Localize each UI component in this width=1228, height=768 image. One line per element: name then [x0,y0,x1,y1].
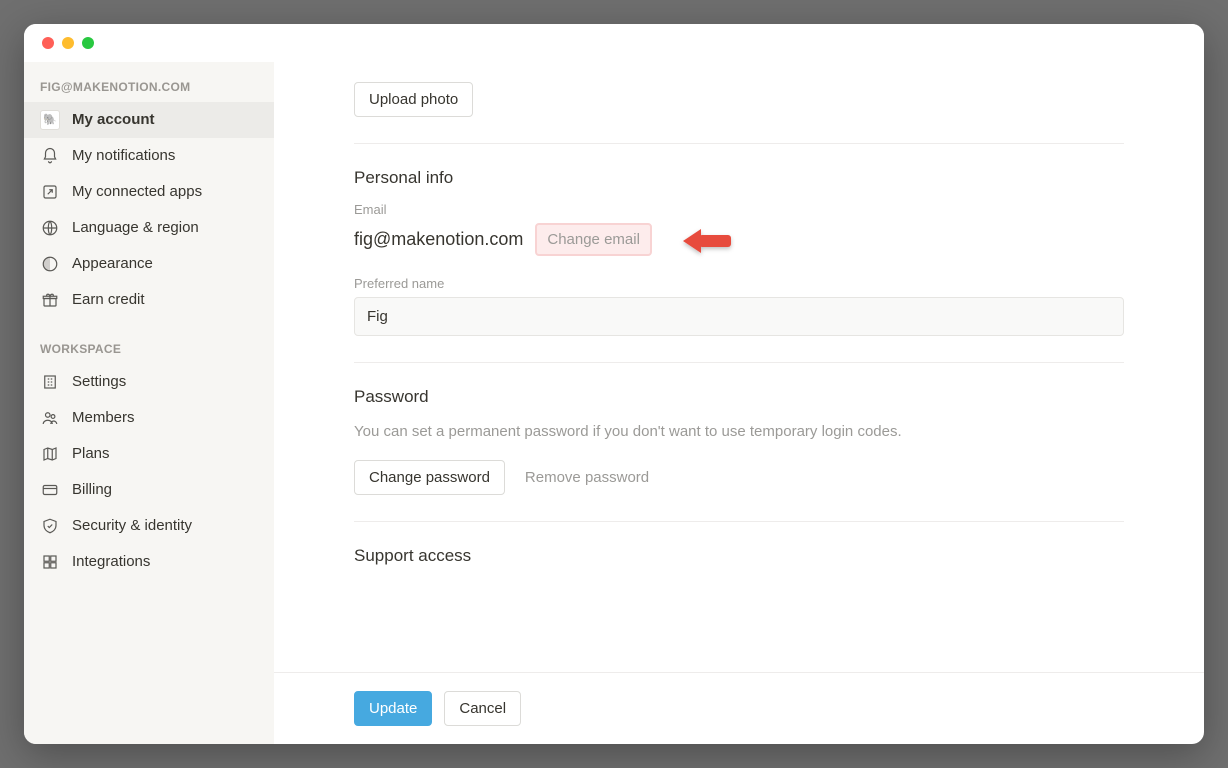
bell-icon [40,146,60,166]
sidebar-item-label: Language & region [72,218,199,238]
close-window-icon[interactable] [42,37,54,49]
sidebar-item-label: Integrations [72,552,150,572]
sidebar-item-label: My connected apps [72,182,202,202]
titlebar [24,24,1204,62]
fullscreen-window-icon[interactable] [82,37,94,49]
email-label: Email [354,202,1124,217]
sidebar-item-label: Appearance [72,254,153,274]
avatar-icon: 🐘 [40,110,60,130]
credit-card-icon [40,480,60,500]
remove-password-link[interactable]: Remove password [521,463,653,492]
email-row: fig@makenotion.com Change email [354,223,1124,256]
sidebar-item-label: My account [72,110,155,130]
sidebar-item-label: Settings [72,372,126,392]
main-scroll[interactable]: Upload photo Personal info Email fig@mak… [274,62,1204,672]
cancel-button[interactable]: Cancel [444,691,521,726]
upload-photo-button[interactable]: Upload photo [354,82,473,117]
sidebar-item-my-account[interactable]: 🐘 My account [24,102,274,138]
sidebar-item-settings[interactable]: Settings [24,364,274,400]
photo-section: Upload photo [354,82,1124,143]
sidebar-workspace-header: WORKSPACE [24,336,274,364]
settings-sidebar: FIG@MAKENOTION.COM 🐘 My account My notif… [24,62,274,744]
sidebar-item-connected-apps[interactable]: My connected apps [24,174,274,210]
sidebar-item-earn-credit[interactable]: Earn credit [24,282,274,318]
preferred-name-label: Preferred name [354,276,1124,291]
sidebar-item-security[interactable]: Security & identity [24,508,274,544]
sidebar-item-appearance[interactable]: Appearance [24,246,274,282]
personal-info-section: Personal info Email fig@makenotion.com C… [354,143,1124,362]
change-password-button[interactable]: Change password [354,460,505,495]
external-link-icon [40,182,60,202]
building-icon [40,372,60,392]
people-icon [40,408,60,428]
sidebar-item-plans[interactable]: Plans [24,436,274,472]
sidebar-account-header: FIG@MAKENOTION.COM [24,74,274,102]
sidebar-item-label: Security & identity [72,516,192,536]
callout-arrow-icon [679,221,735,266]
moon-icon [40,254,60,274]
sidebar-item-integrations[interactable]: Integrations [24,544,274,580]
preferred-name-input[interactable] [354,297,1124,336]
email-value: fig@makenotion.com [354,229,523,250]
support-access-title: Support access [354,546,1124,566]
password-title: Password [354,387,1124,407]
password-section: Password You can set a permanent passwor… [354,362,1124,521]
change-email-button[interactable]: Change email [535,223,652,256]
update-button[interactable]: Update [354,691,432,726]
gift-icon [40,290,60,310]
map-icon [40,444,60,464]
personal-info-title: Personal info [354,168,1124,188]
password-hint: You can set a permanent password if you … [354,421,994,444]
sidebar-item-my-notifications[interactable]: My notifications [24,138,274,174]
sidebar-item-members[interactable]: Members [24,400,274,436]
sidebar-item-label: My notifications [72,146,175,166]
sidebar-item-label: Billing [72,480,112,500]
shield-icon [40,516,60,536]
content-area: FIG@MAKENOTION.COM 🐘 My account My notif… [24,62,1204,744]
sidebar-item-language-region[interactable]: Language & region [24,210,274,246]
sidebar-item-billing[interactable]: Billing [24,472,274,508]
sidebar-item-label: Members [72,408,135,428]
main-panel: Upload photo Personal info Email fig@mak… [274,62,1204,744]
settings-window: FIG@MAKENOTION.COM 🐘 My account My notif… [24,24,1204,744]
support-access-section: Support access [354,521,1124,572]
grid-icon [40,552,60,572]
footer: Update Cancel [274,672,1204,744]
globe-icon [40,218,60,238]
sidebar-item-label: Earn credit [72,290,145,310]
minimize-window-icon[interactable] [62,37,74,49]
password-actions: Change password Remove password [354,460,1124,495]
sidebar-item-label: Plans [72,444,110,464]
